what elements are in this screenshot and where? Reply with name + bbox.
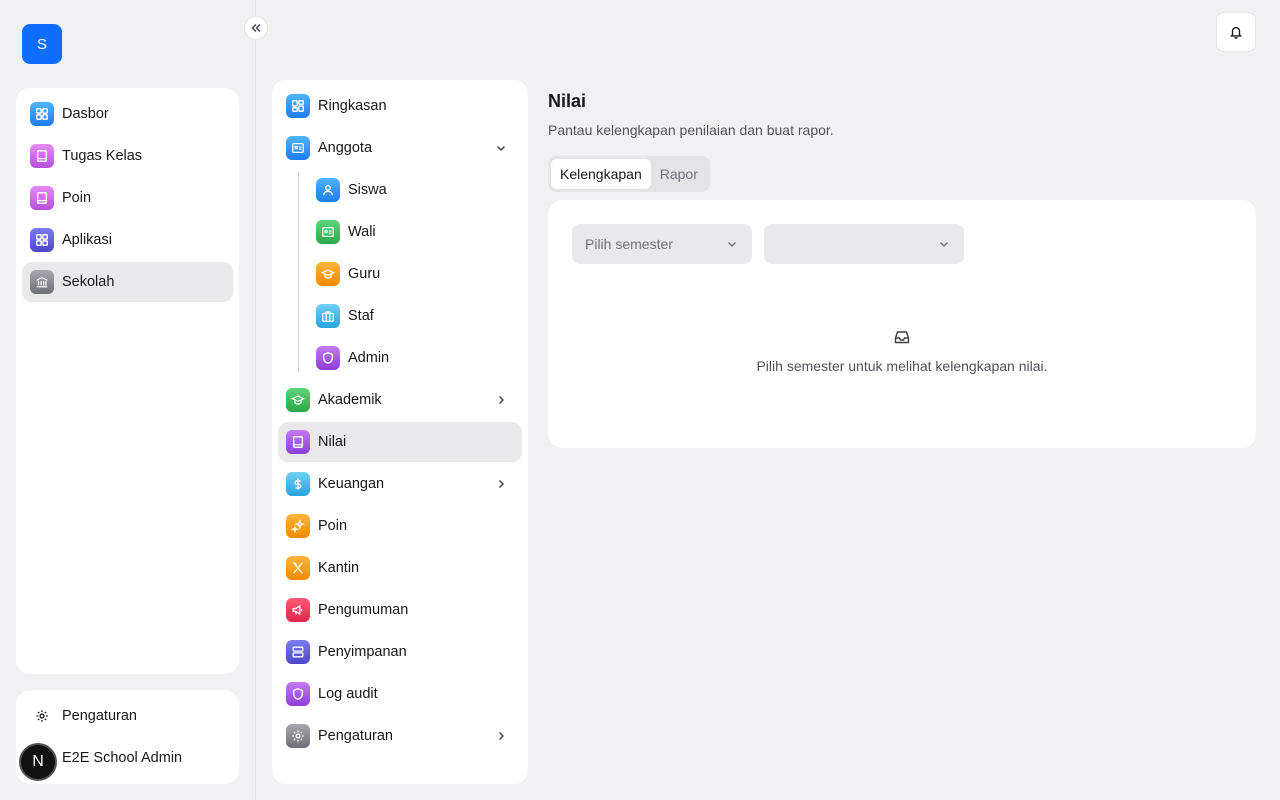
empty-state-message: Pilih semester untuk melihat kelengkapan… (756, 358, 1048, 374)
gear-icon (30, 709, 54, 723)
subnav-label: Pengaturan (318, 728, 393, 744)
briefcase-icon (316, 304, 340, 328)
sidebar-item-sekolah[interactable]: Sekolah (22, 262, 233, 302)
dollar-icon (286, 472, 310, 496)
sidebar-item-label: Aplikasi (62, 232, 112, 248)
book-icon (30, 144, 54, 168)
user-name: E2E School Admin (62, 750, 183, 766)
subnav-label: Poin (318, 518, 348, 534)
subnav-item-nilai[interactable]: Nilai (278, 422, 522, 462)
primary-nav: Dasbor Tugas Kelas Poin Aplikasi Sekolah (16, 88, 239, 674)
gear-icon (286, 724, 310, 748)
chevron-down-icon (728, 242, 736, 247)
subnav-item-penyimpanan[interactable]: Penyimpanan (278, 632, 522, 672)
chevron-right-icon (499, 732, 504, 740)
tab-list: Kelengkapan Rapor (548, 156, 710, 192)
subnav-item-guru[interactable]: Guru (298, 254, 522, 294)
page-subtitle: Pantau kelengkapan penilaian dan buat ra… (548, 122, 834, 138)
semester-select-placeholder: Pilih semester (585, 236, 673, 252)
subnav-label: Wali (348, 224, 376, 240)
subnav-item-pengumuman[interactable]: Pengumuman (278, 590, 522, 630)
sidebar-item-label: Dasbor (62, 106, 109, 122)
book-icon (30, 186, 54, 210)
semester-select[interactable]: Pilih semester (572, 224, 752, 264)
brand-logo[interactable]: S (22, 24, 62, 64)
chevron-down-icon (940, 242, 948, 247)
sidebar-item-label: Sekolah (62, 274, 115, 290)
collapse-sidebar-button[interactable] (244, 16, 268, 40)
inbox-icon (894, 331, 910, 344)
subnav-item-staf[interactable]: Staf (298, 296, 522, 336)
subnav-item-ringkasan[interactable]: Ringkasan (278, 86, 522, 126)
sparkles-icon (286, 514, 310, 538)
page-title: Nilai (548, 91, 587, 111)
tab-kelengkapan[interactable]: Kelengkapan (551, 159, 651, 189)
grid-icon (30, 102, 54, 126)
subnav-label: Ringkasan (318, 98, 387, 114)
subnav-label: Anggota (318, 140, 373, 156)
notifications-button[interactable] (1216, 12, 1256, 52)
subnav-label: Staf (348, 308, 374, 324)
graduation-cap-icon (286, 388, 310, 412)
subnav-item-keuangan[interactable]: Keuangan (278, 464, 522, 504)
subnav-item-akademik[interactable]: Akademik (278, 380, 522, 420)
sidebar-item-label: Tugas Kelas (62, 148, 143, 164)
building-icon (30, 270, 54, 294)
school-subnav: Ringkasan Anggota Siswa Wali Guru Staf A… (272, 80, 528, 784)
anggota-children: Siswa Wali Guru Staf Admin (298, 170, 522, 378)
sidebar-item-tugas-kelas[interactable]: Tugas Kelas (22, 136, 233, 176)
subnav-item-siswa[interactable]: Siswa (298, 170, 522, 210)
chevrons-left-icon (251, 24, 261, 32)
chevron-right-icon (499, 480, 504, 488)
user-icon (316, 178, 340, 202)
subnav-label: Siswa (348, 182, 387, 198)
megaphone-icon (286, 598, 310, 622)
content-card: Pilih semester Pilih semester untuk meli… (548, 200, 1256, 448)
subnav-label: Kantin (318, 560, 360, 576)
subnav-item-kantin[interactable]: Kantin (278, 548, 522, 588)
settings-label: Pengaturan (62, 708, 137, 724)
dashboard-icon (286, 94, 310, 118)
subnav-label: Keuangan (318, 476, 385, 492)
bell-icon (1230, 26, 1242, 39)
shield-icon (286, 682, 310, 706)
sidebar-item-aplikasi[interactable]: Aplikasi (22, 220, 233, 260)
subnav-label: Penyimpanan (318, 644, 407, 660)
sidebar-item-poin[interactable]: Poin (22, 178, 233, 218)
subnav-item-admin[interactable]: Admin (298, 338, 522, 378)
primary-sidebar: S Dasbor Tugas Kelas Poin Aplikasi Sekol… (0, 0, 256, 800)
book-icon (286, 430, 310, 454)
subnav-label: Guru (348, 266, 381, 282)
settings-link[interactable]: Pengaturan (22, 695, 233, 737)
subnav-item-log-audit[interactable]: Log audit (278, 674, 522, 714)
filter-select[interactable] (764, 224, 964, 264)
subnav-label: Pengumuman (318, 602, 409, 618)
sidebar-item-dasbor[interactable]: Dasbor (22, 94, 233, 134)
subnav-label: Nilai (318, 434, 347, 450)
server-icon (286, 640, 310, 664)
grid-icon (30, 228, 54, 252)
subnav-label: Akademik (318, 392, 382, 408)
shield-icon (316, 346, 340, 370)
tab-rapor[interactable]: Rapor (651, 159, 707, 189)
graduation-cap-icon (316, 262, 340, 286)
chevron-right-icon (499, 396, 504, 404)
subnav-item-pengaturan[interactable]: Pengaturan (278, 716, 522, 756)
avatar[interactable]: N (19, 743, 57, 781)
subnav-label: Admin (348, 350, 390, 366)
id-card-icon (286, 136, 310, 160)
subnav-item-poin[interactable]: Poin (278, 506, 522, 546)
subnav-item-wali[interactable]: Wali (298, 212, 522, 252)
chevron-down-icon (497, 146, 505, 151)
subnav-item-anggota[interactable]: Anggota (278, 128, 522, 168)
id-card-icon (316, 220, 340, 244)
sidebar-item-label: Poin (62, 190, 92, 206)
subnav-label: Log audit (318, 686, 378, 702)
utensils-icon (286, 556, 310, 580)
